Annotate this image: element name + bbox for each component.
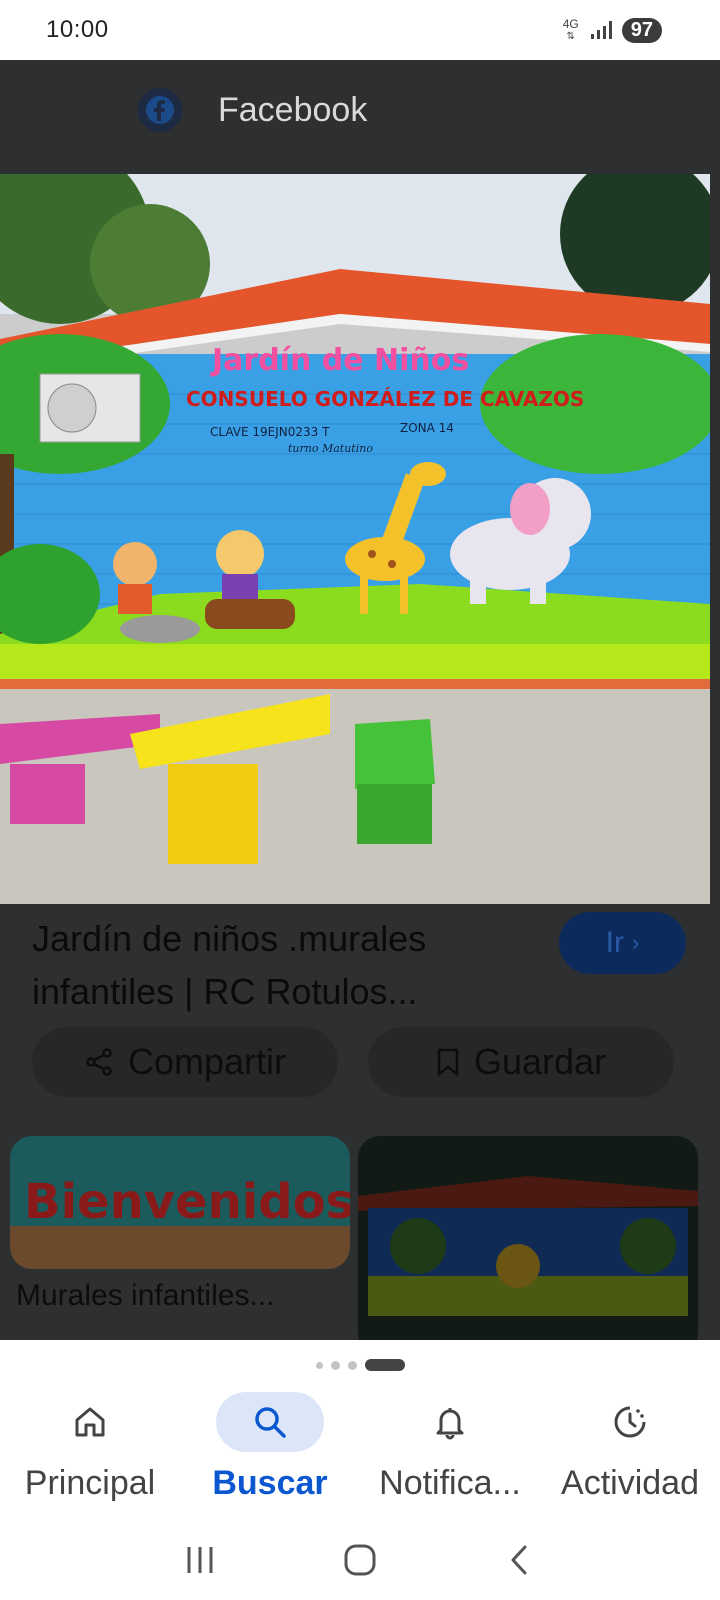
related-image-1: Bienvenidos <box>10 1136 350 1269</box>
bell-icon <box>436 1408 464 1440</box>
save-button[interactable]: Guardar <box>368 1027 674 1097</box>
nav-activity-icon-wrap <box>576 1392 684 1452</box>
page-dot-active <box>364 1359 405 1371</box>
nav-home-icon-wrap <box>36 1392 144 1452</box>
system-nav-bar <box>0 1520 720 1600</box>
nav-home-label: Principal <box>24 1464 156 1502</box>
nav-notifications-label: Notifica... <box>379 1464 521 1502</box>
search-icon <box>255 1407 286 1438</box>
result-title-row: Jardín de niños .murales infantiles | RC… <box>32 912 692 1018</box>
go-button[interactable]: Ir › <box>559 912 686 974</box>
thumb1-text: Bienvenidos <box>24 1174 350 1230</box>
page-dot <box>315 1361 323 1369</box>
mural-clave-text: CLAVE 19EJN0233 T <box>210 425 330 439</box>
status-bar: 10:00 4G ⇅ 97 <box>0 0 720 60</box>
main-image[interactable]: Jardín de Niños CONSUELO GONZÁLEZ DE CAV… <box>0 174 710 904</box>
page-dot <box>330 1360 340 1370</box>
facebook-icon <box>138 88 182 132</box>
back-icon[interactable] <box>503 1543 537 1577</box>
mural-turno-text: turno Matutino <box>288 442 373 455</box>
network-type-label: 4G <box>562 16 579 31</box>
data-arrows-icon: ⇅ <box>566 30 575 42</box>
nav-search-label: Buscar <box>212 1464 328 1502</box>
nav-home[interactable]: Principal <box>0 1390 180 1520</box>
save-label: Guardar <box>473 1041 607 1082</box>
mural-photo: Jardín de Niños CONSUELO GONZÁLEZ DE CAV… <box>0 174 710 904</box>
page-indicator <box>0 1340 720 1390</box>
activity-icon <box>614 1406 646 1438</box>
related-caption-1[interactable]: Murales infantiles... <box>16 1279 336 1313</box>
result-title[interactable]: Jardín de niños .murales infantiles | RC… <box>32 912 532 1018</box>
chevron-right-icon: › <box>632 930 640 955</box>
status-icons: 4G ⇅ 97 <box>562 16 662 43</box>
action-row: Compartir Guardar <box>32 1027 674 1097</box>
nav-search-icon-wrap <box>216 1392 324 1452</box>
source-name: Facebook <box>218 90 368 129</box>
bottom-nav: Principal Buscar Notifica... Actividad <box>0 1390 720 1520</box>
share-icon <box>86 1048 112 1076</box>
nav-notifications[interactable]: Notifica... <box>360 1390 540 1520</box>
status-time: 10:00 <box>46 16 109 43</box>
signal-icon <box>590 21 612 39</box>
related-thumb-2[interactable] <box>358 1136 698 1340</box>
go-button-label: Ir <box>605 926 624 959</box>
related-image-2 <box>358 1136 698 1340</box>
home-button-icon[interactable] <box>342 1542 378 1578</box>
source-row[interactable]: Facebook <box>138 88 367 132</box>
share-button[interactable]: Compartir <box>32 1027 338 1097</box>
nav-activity[interactable]: Actividad <box>540 1390 720 1520</box>
nav-search[interactable]: Buscar <box>180 1390 360 1520</box>
nav-activity-label: Actividad <box>561 1464 699 1502</box>
image-viewer: Facebook Jardín de Niños CONSUELO GONZÁL… <box>0 60 720 1340</box>
nav-notifications-icon-wrap <box>396 1392 504 1452</box>
home-icon <box>75 1407 105 1437</box>
page-dot <box>347 1360 357 1370</box>
mural-title-text: Jardín de Niños <box>210 343 469 378</box>
battery-badge: 97 <box>621 17 662 43</box>
mural-subtitle-text: CONSUELO GONZÁLEZ DE CAVAZOS <box>186 387 584 411</box>
related-thumb-1[interactable]: Bienvenidos <box>10 1136 350 1269</box>
recents-icon[interactable] <box>183 1543 217 1577</box>
mural-zona-text: ZONA 14 <box>400 421 454 435</box>
network-type: 4G ⇅ <box>562 16 580 42</box>
bookmark-icon <box>437 1048 459 1077</box>
share-label: Compartir <box>127 1041 287 1082</box>
